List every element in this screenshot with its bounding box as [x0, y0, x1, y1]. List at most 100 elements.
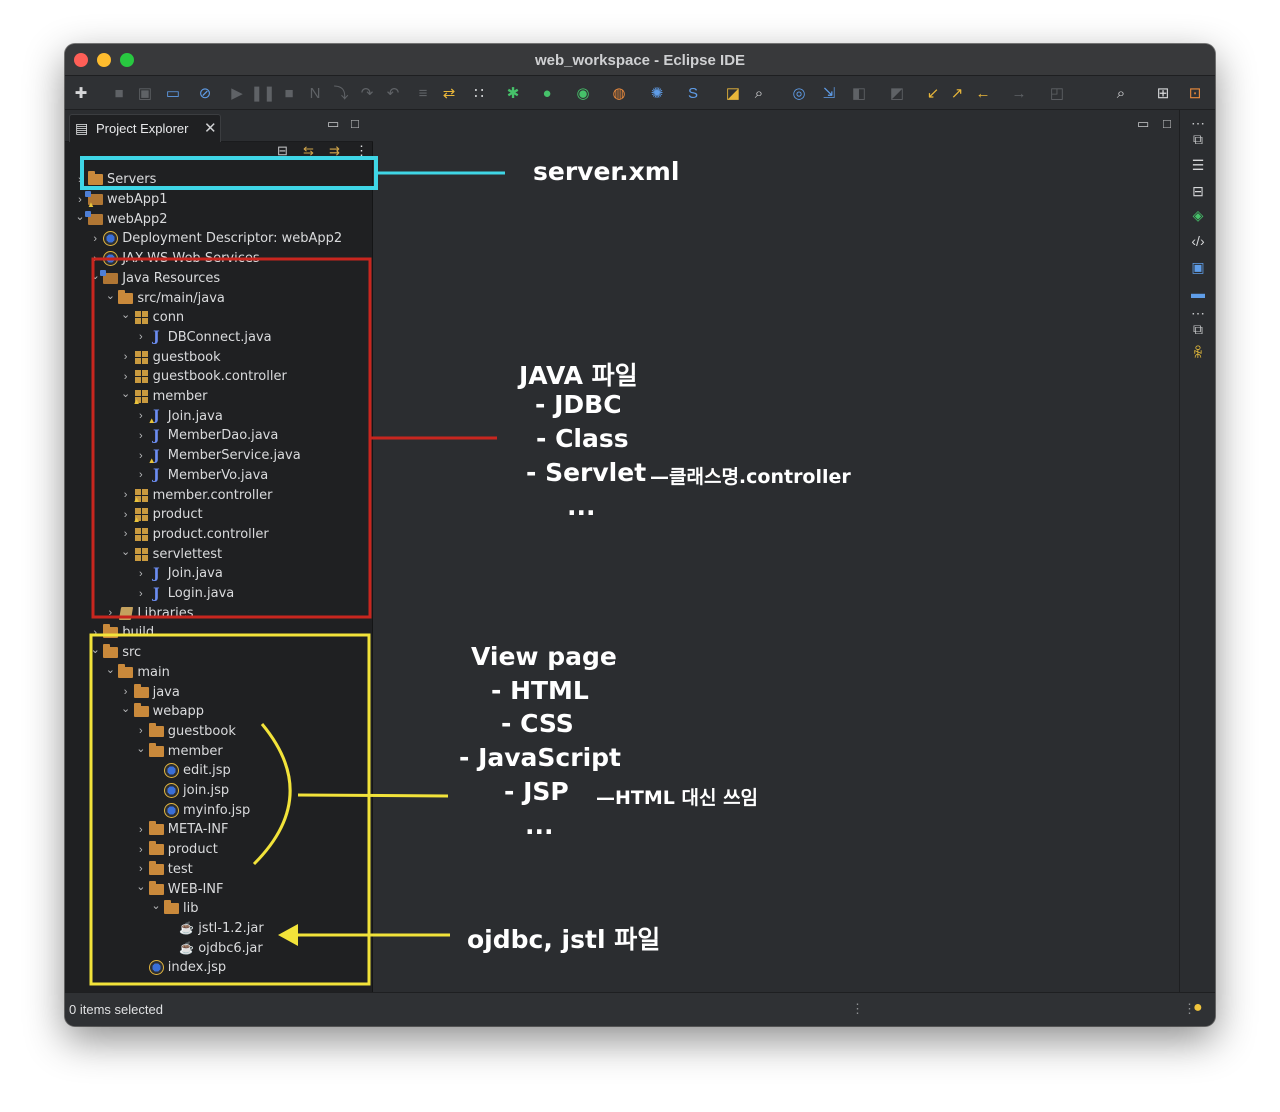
connection-icon[interactable]: ∷ [469, 83, 489, 103]
next-annotation-icon[interactable]: ↙ [923, 83, 943, 103]
chevron-right-icon[interactable]: › [119, 489, 133, 501]
tree-node[interactable]: › Servers [73, 170, 156, 190]
link-with-editor-icon[interactable]: ⇆ [303, 143, 314, 159]
skip-breakpoints-icon[interactable]: ⊘ [195, 83, 215, 103]
chevron-right-icon[interactable]: › [134, 450, 148, 462]
servers-view-icon[interactable]: ▬ [1188, 284, 1208, 302]
tree-node[interactable]: › J MemberVo.java [134, 466, 268, 486]
back-icon[interactable]: ← [973, 83, 993, 103]
deploy-icon[interactable]: ⇲ [819, 83, 839, 103]
tab-project-explorer[interactable]: ▤ Project Explorer ✕ [69, 114, 221, 142]
markers-icon[interactable]: ◈ [1188, 206, 1208, 224]
disconnect-icon[interactable]: N [305, 83, 325, 103]
maximize-icon[interactable]: □ [351, 116, 359, 131]
last-edit-icon[interactable]: ◩ [887, 83, 907, 103]
search-icon[interactable]: ⌕ [1111, 83, 1131, 103]
console-icon[interactable]: ▣ [1188, 258, 1208, 276]
tree-node[interactable]: › J MemberDao.java [134, 426, 278, 446]
tree-node[interactable]: ›index.jsp [134, 958, 226, 978]
tasks-icon[interactable]: ☰ [1188, 156, 1208, 174]
chevron-right-icon[interactable]: › [134, 863, 148, 875]
chevron-down-icon[interactable]: ⌄ [134, 880, 148, 893]
chevron-right-icon[interactable]: › [119, 528, 133, 540]
tree-node[interactable]: › product [134, 840, 218, 860]
terminate-icon[interactable]: ■ [279, 83, 299, 103]
chevron-right-icon[interactable]: › [134, 588, 148, 600]
person-icon[interactable]: ꆜ [1188, 344, 1208, 362]
chevron-right-icon[interactable]: › [134, 568, 148, 580]
search-toolbar-icon[interactable]: ⌕ [749, 83, 769, 103]
open-perspective-icon[interactable]: ▭ [163, 83, 183, 103]
chevron-right-icon[interactable]: › [134, 430, 148, 442]
tree-node[interactable]: › java [119, 682, 180, 702]
restore-2-icon[interactable]: ⧉ [1188, 320, 1208, 338]
save-all-icon[interactable]: ▣ [135, 83, 155, 103]
chevron-down-icon[interactable]: ⌄ [119, 702, 133, 715]
tree-node[interactable]: › JAX-WS Web Services [88, 249, 260, 269]
tree-node[interactable]: ⌄ src/main/java [103, 288, 225, 308]
tree-node[interactable]: › product.controller [119, 525, 269, 545]
resume-icon[interactable]: ▶ [227, 83, 247, 103]
tree-node[interactable]: ⌄ webapp [119, 702, 204, 722]
tree-node[interactable]: › J DBConnect.java [134, 328, 272, 348]
tree-node[interactable]: ⌄ lib [149, 899, 198, 919]
chevron-down-icon[interactable]: ⌄ [119, 545, 133, 558]
tree-node[interactable]: ⌄ member [134, 741, 223, 761]
outline-icon[interactable]: ⊟ [1188, 182, 1208, 200]
new-web-service-icon[interactable]: ✺ [647, 83, 667, 103]
chevron-right-icon[interactable]: › [88, 233, 102, 245]
filter-icon[interactable]: ⇉ [329, 143, 340, 159]
editor-minimize-icon[interactable]: ▭ [1137, 116, 1149, 132]
view-menu-icon[interactable]: ⋮ [355, 143, 368, 159]
tree-node[interactable]: ›☕jstl-1.2.jar [164, 919, 264, 939]
pin-editor-icon[interactable]: ◰ [1047, 83, 1067, 103]
chevron-right-icon[interactable]: › [134, 410, 148, 422]
run-tools-icon[interactable]: ◉ [573, 83, 593, 103]
chevron-right-icon[interactable]: › [88, 627, 102, 639]
open-perspective-grid-icon[interactable]: ⊞ [1153, 83, 1173, 103]
chevron-down-icon[interactable]: ⌄ [103, 663, 117, 676]
tree-node[interactable]: › J Login.java [134, 584, 234, 604]
chevron-right-icon[interactable]: › [134, 824, 148, 836]
chevron-right-icon[interactable]: › [134, 725, 148, 737]
tree-node[interactable]: ⌄ servlettest [119, 544, 222, 564]
new-icon[interactable]: ✚ [71, 83, 91, 103]
tree-node[interactable]: › build [88, 623, 154, 643]
suspend-icon[interactable]: ❚❚ [250, 83, 275, 103]
tree-node[interactable]: › guestbook [134, 722, 236, 742]
run-icon[interactable]: ● [537, 83, 557, 103]
step-into-icon[interactable]: ⤵ [331, 83, 351, 103]
tree-node[interactable]: ⌄ WEB-INF [134, 879, 224, 899]
java-ee-perspective-icon[interactable]: ⊡ [1185, 83, 1205, 103]
tree-node[interactable]: ⌄ main [103, 663, 170, 683]
tree-node[interactable]: ⌄ conn [119, 308, 184, 328]
minimize-icon[interactable]: ▭ [327, 116, 339, 132]
tree-node[interactable]: ›join.jsp [149, 781, 229, 801]
chevron-down-icon[interactable]: ⌄ [134, 742, 148, 755]
tree-node[interactable]: ⌄ webApp2 [73, 209, 168, 229]
tree-node[interactable]: ›edit.jsp [149, 761, 231, 781]
step-return-icon[interactable]: ↶ [383, 83, 403, 103]
status-handle-icon[interactable]: ⋮ [851, 1001, 864, 1017]
chevron-right-icon[interactable]: › [134, 331, 148, 343]
close-icon[interactable]: ✕ [204, 119, 217, 137]
tree-node[interactable]: › J ▲ Join.java [134, 406, 223, 426]
chevron-right-icon[interactable]: › [73, 174, 87, 186]
open-type-icon[interactable]: ◪ [723, 83, 743, 103]
code-icon[interactable]: ‹/› [1188, 232, 1208, 250]
tree-node[interactable]: ›myinfo.jsp [149, 800, 250, 820]
annotation-icon[interactable]: ◧ [849, 83, 869, 103]
new-class-icon[interactable]: S [683, 83, 703, 103]
chevron-down-icon[interactable]: ⌄ [88, 643, 102, 656]
tree-node[interactable]: ⌄ ▲ member [119, 387, 208, 407]
tree-node[interactable]: › Deployment Descriptor: webApp2 [88, 229, 342, 249]
chevron-right-icon[interactable]: › [119, 371, 133, 383]
chevron-down-icon[interactable]: ⌄ [119, 308, 133, 321]
restore-icon[interactable]: ⧉ [1188, 130, 1208, 148]
chevron-right-icon[interactable]: › [134, 469, 148, 481]
drop-to-frame-icon[interactable]: ≡ [413, 83, 433, 103]
step-over-icon[interactable]: ↷ [357, 83, 377, 103]
tree-node[interactable]: ›☕ojdbc6.jar [164, 938, 263, 958]
chevron-down-icon[interactable]: ⌄ [119, 387, 133, 400]
tree-node[interactable]: › guestbook.controller [119, 367, 287, 387]
